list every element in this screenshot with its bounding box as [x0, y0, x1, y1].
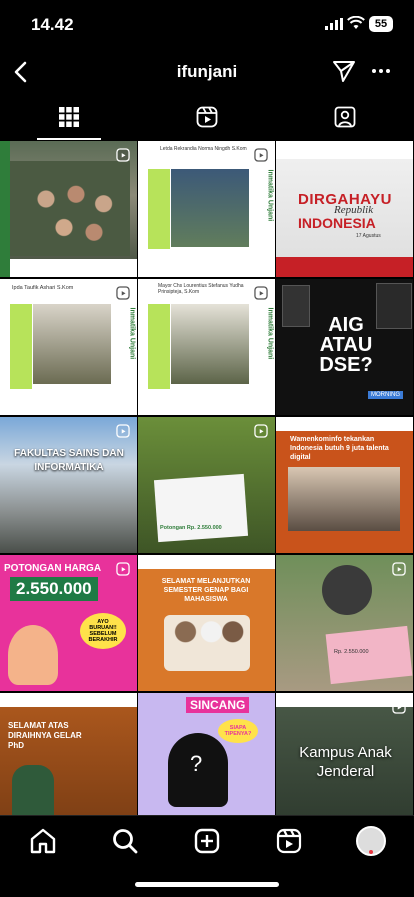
active-tab-underline — [37, 138, 101, 140]
post-tile[interactable]: Letda Rekrandia Norma Ningdh S.Kom Inmat… — [138, 141, 275, 277]
post-tile[interactable]: SELAMAT ATAS DIRAIHNYA GELAR PhD — [0, 693, 137, 815]
post-tile[interactable] — [0, 141, 137, 277]
search-icon[interactable] — [110, 826, 140, 856]
signal-icon — [325, 18, 343, 30]
post-headline: Wamenkominfo tekankan Indonesia butuh 9 … — [290, 436, 389, 461]
reel-icon — [254, 148, 268, 162]
status-bar: 14.42 55 — [0, 0, 414, 50]
post-tile[interactable]: FAKULTAS SAINS DAN INFORMATIKA — [0, 417, 137, 553]
post-title: SINCANG — [186, 697, 250, 713]
tab-reels[interactable] — [138, 94, 276, 140]
post-headline: Kampus Anak Jenderal — [299, 744, 392, 780]
post-tile[interactable]: AIG ATAU DSE? MORNING — [276, 279, 413, 415]
post-side-label: Inmatika Unjani — [128, 307, 136, 360]
post-badge: SIAPA TIPENYA? — [218, 719, 258, 743]
post-tile[interactable]: Mayor Chs Lourentius Stefanus Yudha Prin… — [138, 279, 275, 415]
post-caption: Mayor Chs Lourentius Stefanus Yudha Prin… — [158, 283, 244, 295]
post-caption: Ipda Taufik Ashari S.Kom — [12, 285, 74, 291]
tab-tagged[interactable] — [276, 94, 414, 140]
reels-icon — [196, 106, 218, 128]
post-headline: AIG ATAU DSE? — [319, 314, 373, 376]
reels-nav-icon[interactable] — [274, 826, 304, 856]
post-headline: SELAMAT MELANJUTKAN SEMESTER GENAP BAGI … — [161, 578, 251, 603]
reel-icon — [392, 700, 406, 714]
post-tile[interactable]: SELAMAT MELANJUTKAN SEMESTER GENAP BAGI … — [138, 555, 275, 691]
home-icon[interactable] — [28, 826, 58, 856]
wifi-icon — [347, 16, 365, 29]
post-title: POTONGAN HARGA — [4, 563, 102, 574]
post-title: INDONESIA — [298, 215, 376, 231]
notification-dot — [369, 850, 373, 854]
send-icon[interactable] — [331, 58, 357, 84]
posts-grid: Letda Rekrandia Norma Ningdh S.Kom Inmat… — [0, 141, 414, 815]
post-side-label: Inmatika Unjani — [266, 169, 274, 222]
battery-indicator: 55 — [369, 16, 393, 32]
post-tile[interactable]: Potongan Rp. 2.550.000 — [138, 417, 275, 553]
grid-icon — [59, 107, 79, 127]
post-callout: AYO BURUAN!! SEBELUM BERAKHIR — [80, 613, 126, 649]
reel-icon — [116, 286, 130, 300]
post-headline: SELAMAT ATAS DIRAIHNYA GELAR PhD — [8, 721, 82, 750]
profile-tabs — [0, 94, 414, 140]
post-tag: MORNING — [368, 391, 403, 399]
reel-icon — [116, 148, 130, 162]
tab-grid[interactable] — [0, 94, 138, 140]
post-caption: Potongan Rp. 2.550.000 — [160, 525, 222, 531]
post-tile[interactable]: POTONGAN HARGA 2.550.000 AYO BURUAN!! SE… — [0, 555, 137, 691]
post-tile[interactable]: Kampus Anak Jenderal — [276, 693, 413, 815]
create-icon[interactable] — [192, 826, 222, 856]
reel-icon — [116, 424, 130, 438]
post-caption: Rp. 2.550.000 — [334, 649, 369, 655]
post-caption: Letda Rekrandia Norma Ningdh S.Kom — [160, 146, 247, 152]
more-icon[interactable] — [370, 60, 392, 82]
question-mark-icon: ? — [190, 751, 203, 776]
post-tile[interactable]: SINCANG ? SIAPA TIPENYA? — [138, 693, 275, 815]
post-tile[interactable]: Rp. 2.550.000 — [276, 555, 413, 691]
tagged-icon — [334, 106, 356, 128]
profile-header: ifunjani — [0, 50, 414, 94]
post-side-label: Inmatika Unjani — [266, 307, 274, 360]
reel-icon — [392, 562, 406, 576]
post-tile[interactable]: Wamenkominfo tekankan Indonesia butuh 9 … — [276, 417, 413, 553]
status-time: 14.42 — [31, 15, 74, 34]
post-tile[interactable]: Ipda Taufik Ashari S.Kom Inmatika Unjani — [0, 279, 137, 415]
post-headline: FAKULTAS SAINS DAN INFORMATIKA — [14, 448, 124, 473]
post-date: 17 Agustus — [356, 233, 381, 239]
home-indicator — [135, 882, 279, 887]
reel-icon — [116, 562, 130, 576]
post-tile[interactable]: DIRGAHAYU Republik INDONESIA 17 Agustus — [276, 141, 413, 277]
reel-icon — [254, 424, 268, 438]
reel-icon — [254, 286, 268, 300]
post-amount: 2.550.000 — [10, 577, 98, 601]
